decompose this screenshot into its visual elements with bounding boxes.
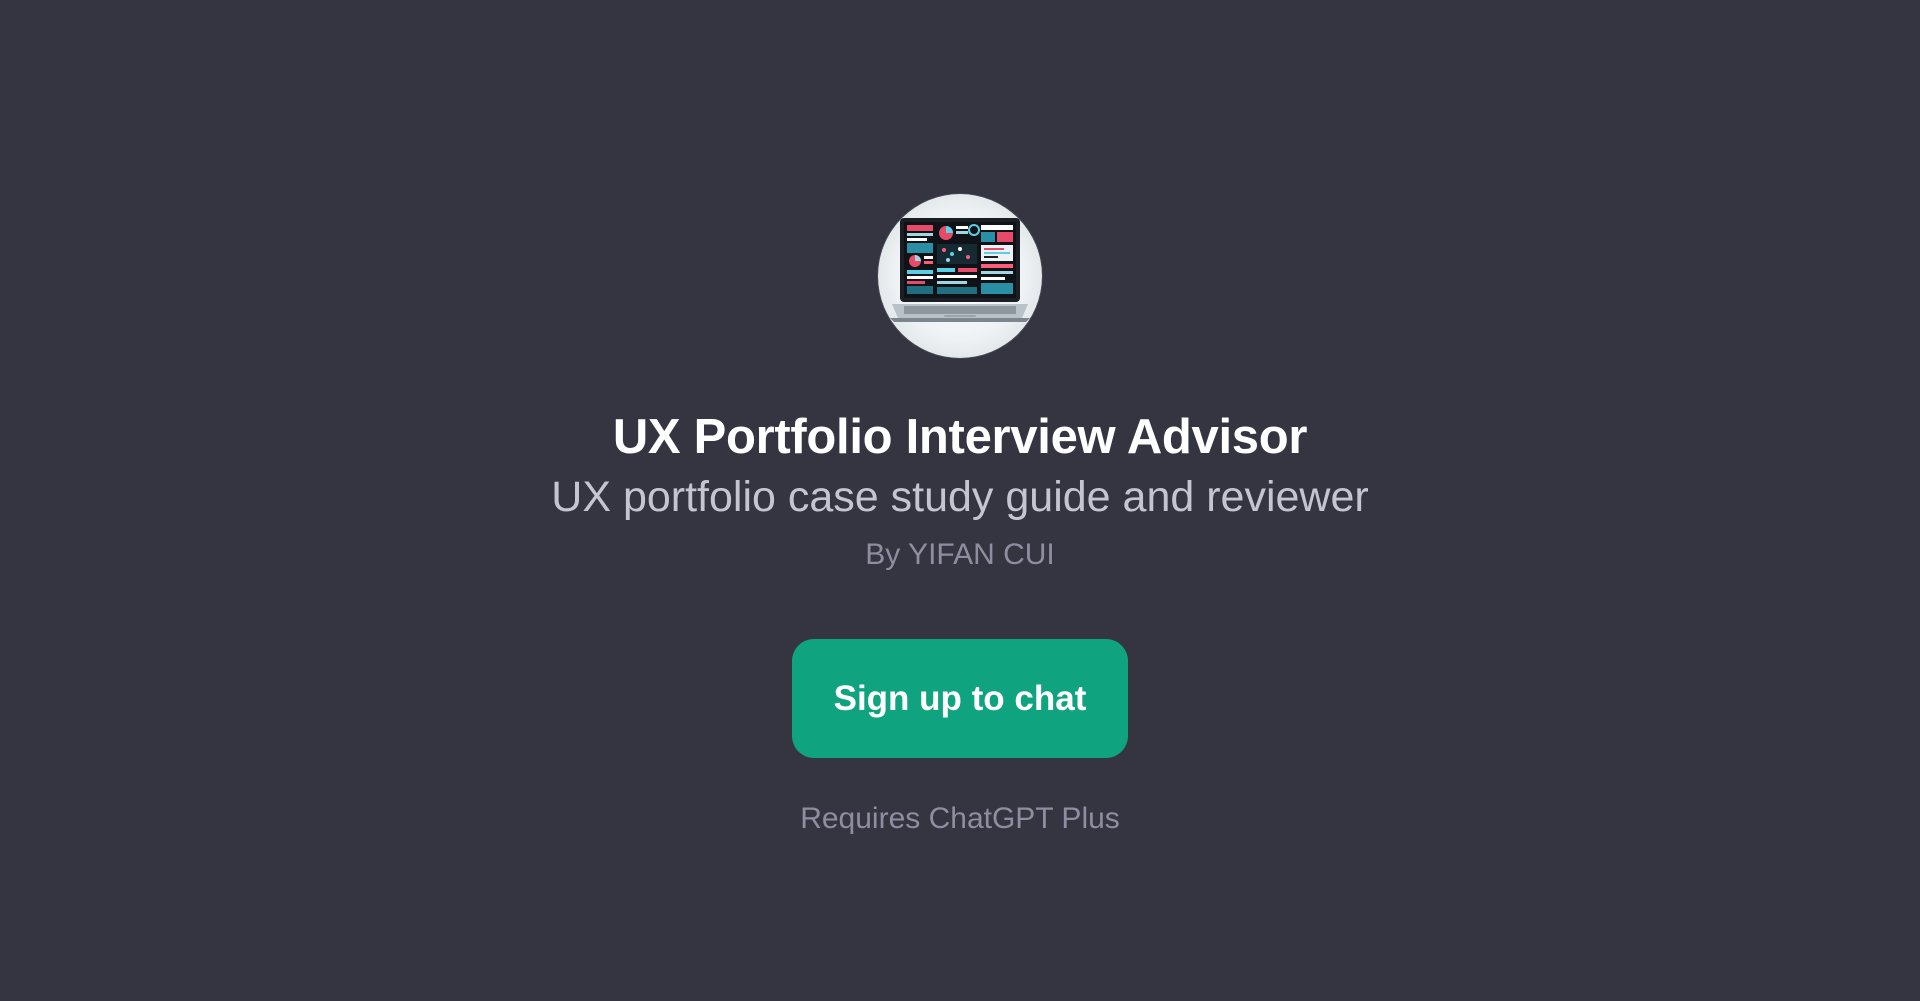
gpt-description: UX portfolio case study guide and review…	[551, 472, 1369, 521]
gpt-title: UX Portfolio Interview Advisor	[612, 410, 1308, 464]
gpt-author: By YIFAN CUI	[865, 538, 1055, 572]
plan-requirement-note: Requires ChatGPT Plus	[800, 802, 1120, 836]
laptop-dashboard-icon	[890, 218, 1030, 322]
gpt-avatar	[878, 194, 1042, 358]
gpt-landing-page: UX Portfolio Interview Advisor UX portfo…	[0, 0, 1920, 1001]
sign-up-to-chat-button[interactable]: Sign up to chat	[792, 639, 1128, 759]
